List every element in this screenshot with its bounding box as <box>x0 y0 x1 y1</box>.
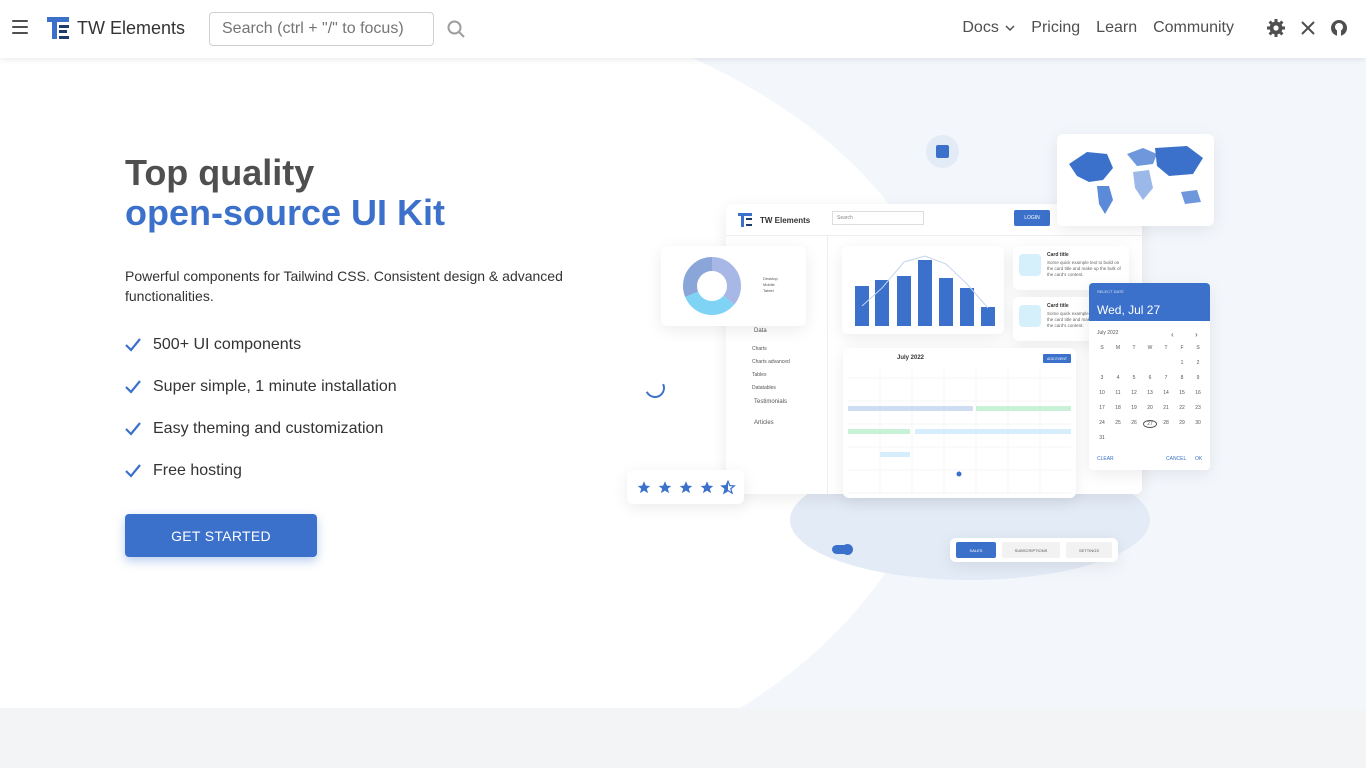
star-half-icon <box>719 479 736 495</box>
brand-logo-icon <box>47 17 69 39</box>
bar-chart-graphic <box>855 255 995 326</box>
calendar-grid <box>848 370 1071 494</box>
tab-settings: SETTINGS <box>1066 542 1112 558</box>
nav-community[interactable]: Community <box>1153 19 1234 37</box>
nav-links: Docs Pricing Learn Community <box>962 19 1234 37</box>
nav-docs[interactable]: Docs <box>962 19 1015 37</box>
check-icon <box>125 422 141 436</box>
brand[interactable]: TW Elements <box>47 17 185 39</box>
mini-login-button: LOGIN <box>1014 210 1050 226</box>
github-icon[interactable] <box>1330 19 1348 37</box>
donut-graphic <box>683 257 741 315</box>
search-input[interactable] <box>209 12 434 46</box>
sidebar-item: Tables <box>752 372 767 378</box>
star-icon <box>679 480 692 493</box>
hero-title-line2: open-source UI Kit <box>125 192 446 233</box>
sidebar-item: Articles <box>754 420 774 426</box>
check-icon <box>125 464 141 478</box>
mini-search: Search <box>832 211 924 225</box>
datepicker-header: SELECT DATE Wed, Jul 27 <box>1089 283 1210 321</box>
bar-chart-widget <box>842 246 1004 334</box>
sidebar-item: Datatables <box>752 385 776 391</box>
check-icon <box>125 338 141 352</box>
star-icon <box>700 480 713 493</box>
menu-icon[interactable] <box>12 20 28 34</box>
hero-lead: Powerful components for Tailwind CSS. Co… <box>125 268 563 304</box>
datepicker-widget: SELECT DATE Wed, Jul 27 July 2022 ‹ › S … <box>1089 283 1210 470</box>
donut-chart-widget: Desktop Mobile Tablet <box>661 246 806 326</box>
chevron-left-icon: ‹ <box>1171 330 1174 339</box>
feature-item: Easy theming and customization <box>125 408 397 450</box>
checkbox-badge-icon <box>926 135 959 168</box>
datepicker-value: Wed, Jul 27 <box>1097 303 1161 317</box>
tab-sales: SALES <box>956 542 996 558</box>
rating-widget <box>627 470 744 504</box>
feature-list: 500+ UI components Super simple, 1 minut… <box>125 324 397 492</box>
toggle-switch <box>832 544 853 555</box>
gear-icon[interactable] <box>1266 18 1286 38</box>
sidebar-item: Testimonials <box>754 399 788 405</box>
datepicker-cancel: CANCEL <box>1166 456 1187 462</box>
datepicker-clear: CLEAR <box>1097 456 1114 462</box>
star-icon <box>637 480 650 493</box>
dashboard-brand: TW Elements <box>760 216 811 225</box>
nav-learn[interactable]: Learn <box>1096 19 1137 37</box>
datepicker-month: July 2022 <box>1097 330 1119 336</box>
feature-item: Free hosting <box>125 450 397 492</box>
sidebar-item: Charts <box>752 346 767 352</box>
x-icon[interactable] <box>1300 20 1316 36</box>
brand-name: TW Elements <box>77 17 186 38</box>
tabs-widget: SALES SUBSCRIPTIONS SETTINGS <box>950 538 1118 562</box>
chevron-down-icon <box>1005 25 1015 32</box>
world-map-graphic <box>1069 146 1203 214</box>
sidebar-item: Charts advanced <box>752 359 790 365</box>
mini-logo-icon <box>738 213 752 227</box>
sidebar-item: Data <box>754 328 767 334</box>
star-icon <box>658 480 671 493</box>
check-icon <box>125 380 141 394</box>
get-started-button[interactable]: GET STARTED <box>125 514 317 557</box>
footer-band <box>0 708 1366 768</box>
hero-title-line1: Top quality <box>125 152 315 193</box>
calendar-widget: July 2022 ADD EVENT <box>843 348 1076 498</box>
feature-item: 500+ UI components <box>125 324 397 366</box>
nav-icons <box>1266 18 1348 38</box>
navbar: TW Elements Docs Pricing Learn Community <box>0 0 1366 58</box>
datepicker-ok: OK <box>1195 456 1203 462</box>
tab-subscriptions: SUBSCRIPTIONS <box>1002 542 1060 558</box>
nav-pricing[interactable]: Pricing <box>1031 19 1080 37</box>
search-icon[interactable] <box>447 20 465 38</box>
world-map-widget <box>1057 134 1214 226</box>
chevron-right-icon: › <box>1195 330 1198 339</box>
feature-item: Super simple, 1 minute installation <box>125 366 397 408</box>
